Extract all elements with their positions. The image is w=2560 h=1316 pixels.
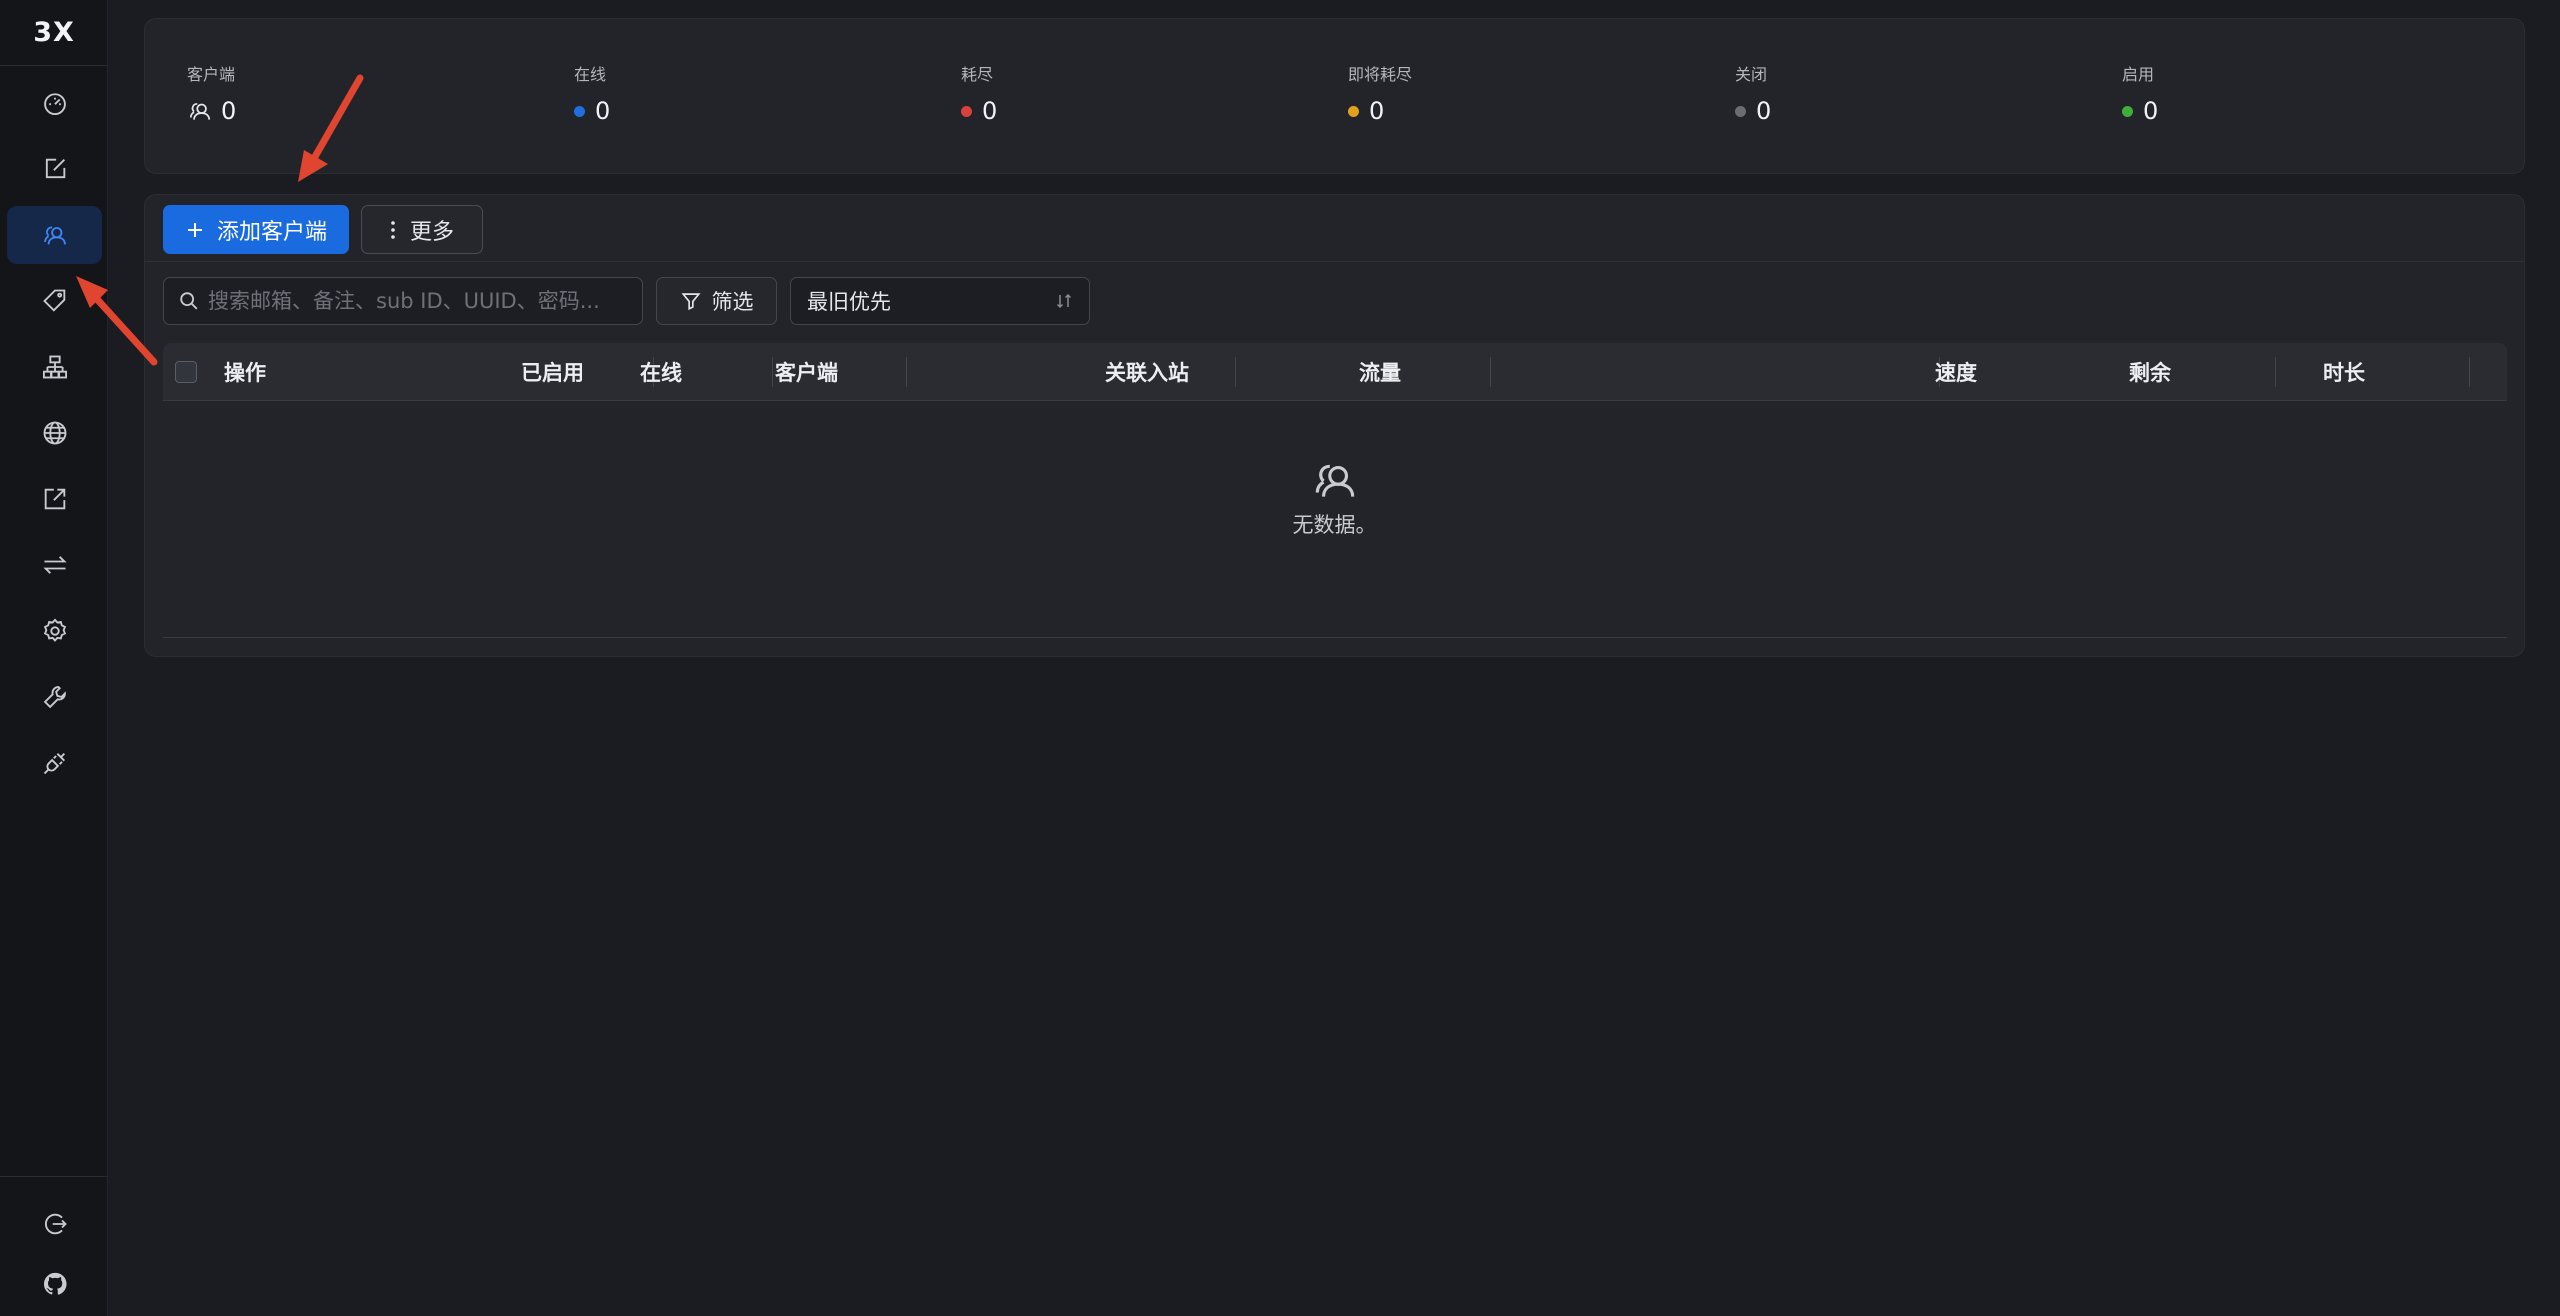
stat-expiring: 即将耗尽 0 [1348,61,1412,125]
filter-row: 筛选 最旧优先 [145,277,2524,327]
sidebar-item-dashboard[interactable] [7,74,102,132]
stat-depleted: 耗尽 0 [961,61,997,125]
table-bottom-border [163,637,2507,638]
sidebar-item-api[interactable] [7,734,102,792]
plug-icon [43,753,65,775]
empty-text: 无数据。 [1292,513,1377,537]
sidebar: 3X [0,0,108,1316]
column-speed[interactable]: 速度 [1935,343,1977,401]
table-header: 操作 已启用 在线 客户端 关联入站 流量 速度 剩余 时长 [163,343,2507,401]
logout-icon [44,1213,67,1235]
sort-icon [1056,293,1072,309]
filter-button[interactable]: 筛选 [656,277,777,325]
online-status-dot [574,105,585,117]
column-enabled[interactable]: 已启用 [521,343,584,401]
sidebar-item-outbounds[interactable] [7,470,102,528]
sidebar-item-tags[interactable] [7,272,102,330]
depleted-status-dot [961,105,972,117]
stat-depleted-value: 0 [982,97,998,125]
users-icon [1315,464,1354,497]
enabled-status-dot [2122,105,2133,117]
stat-depleted-label: 耗尽 [961,65,994,84]
filter-label: 筛选 [711,290,754,314]
gear-icon [43,618,66,642]
export-icon [44,488,65,510]
sidebar-item-inbounds[interactable] [7,140,102,198]
expiring-status-dot [1348,105,1359,117]
plus-icon [187,222,202,237]
stat-enabled: 启用 0 [2122,61,2158,125]
empty-state: 无数据。 [145,455,2524,539]
search-box[interactable] [163,277,643,325]
column-duration[interactable]: 时长 [2323,343,2365,401]
wrench-icon [43,686,66,709]
column-divider [1235,357,1236,387]
column-divider [906,357,907,387]
search-icon [180,292,198,310]
add-client-button[interactable]: 添加客户端 [163,205,349,254]
users-icon [189,103,211,120]
stat-online: 在线 0 [574,61,610,125]
column-online[interactable]: 在线 [640,343,682,401]
speedometer-icon [43,93,66,116]
github-icon [43,1272,67,1295]
users-icon [43,226,66,245]
more-button[interactable]: 更多 [361,205,483,254]
stat-clients-label: 客户端 [187,65,236,84]
tag-icon [42,289,65,312]
stat-expiring-label: 即将耗尽 [1348,65,1413,84]
swap-icon [42,556,67,574]
stat-enabled-value: 0 [2143,97,2159,125]
column-actions[interactable]: 操作 [224,343,266,401]
more-label: 更多 [409,219,454,245]
search-input[interactable] [208,289,628,313]
stat-disabled-value: 0 [1756,97,1772,125]
disabled-status-dot [1735,105,1746,117]
sidebar-item-github[interactable] [7,1255,102,1313]
column-divider [1490,357,1491,387]
sidebar-bottom [0,1176,108,1316]
filter-icon [680,293,701,311]
column-divider [2275,357,2276,387]
more-vertical-icon [391,220,395,239]
sidebar-item-tools[interactable] [7,668,102,726]
clients-card: 添加客户端 更多 筛选 最旧优先 [144,194,2525,657]
sort-value: 最旧优先 [807,290,891,314]
edit-icon [45,158,65,179]
stat-online-label: 在线 [574,65,607,84]
sidebar-item-settings[interactable] [7,602,102,660]
stats-card: 客户端 0 在线 0 耗尽 0 即将耗尽 0 关闭 0 启用 0 [144,18,2525,174]
column-divider [772,357,773,387]
column-divider [2469,357,2470,387]
brand-logo[interactable]: 3X [0,0,108,66]
cluster-icon [42,355,67,379]
sidebar-item-nodes[interactable] [7,338,102,396]
stat-expiring-value: 0 [1369,97,1385,125]
sidebar-item-routing[interactable] [7,404,102,462]
select-all-checkbox[interactable] [175,361,197,383]
sidebar-item-logout[interactable] [7,1195,102,1253]
stat-online-value: 0 [595,97,611,125]
add-client-label: 添加客户端 [216,219,327,245]
stat-clients-value: 0 [221,97,237,125]
toolbar: 添加客户端 更多 [145,195,2524,262]
stat-clients: 客户端 0 [187,61,236,125]
stat-enabled-label: 启用 [2122,65,2155,84]
column-traffic[interactable]: 流量 [1359,343,1401,401]
column-inbound[interactable]: 关联入站 [1105,343,1189,401]
sidebar-item-clients[interactable] [7,206,102,264]
stat-disabled: 关闭 0 [1735,61,1771,125]
column-remaining[interactable]: 剩余 [2129,343,2171,401]
sort-select[interactable]: 最旧优先 [790,277,1090,325]
globe-icon [43,421,66,445]
column-client[interactable]: 客户端 [775,343,838,401]
stat-disabled-label: 关闭 [1735,65,1768,84]
sidebar-item-transfer[interactable] [7,536,102,594]
